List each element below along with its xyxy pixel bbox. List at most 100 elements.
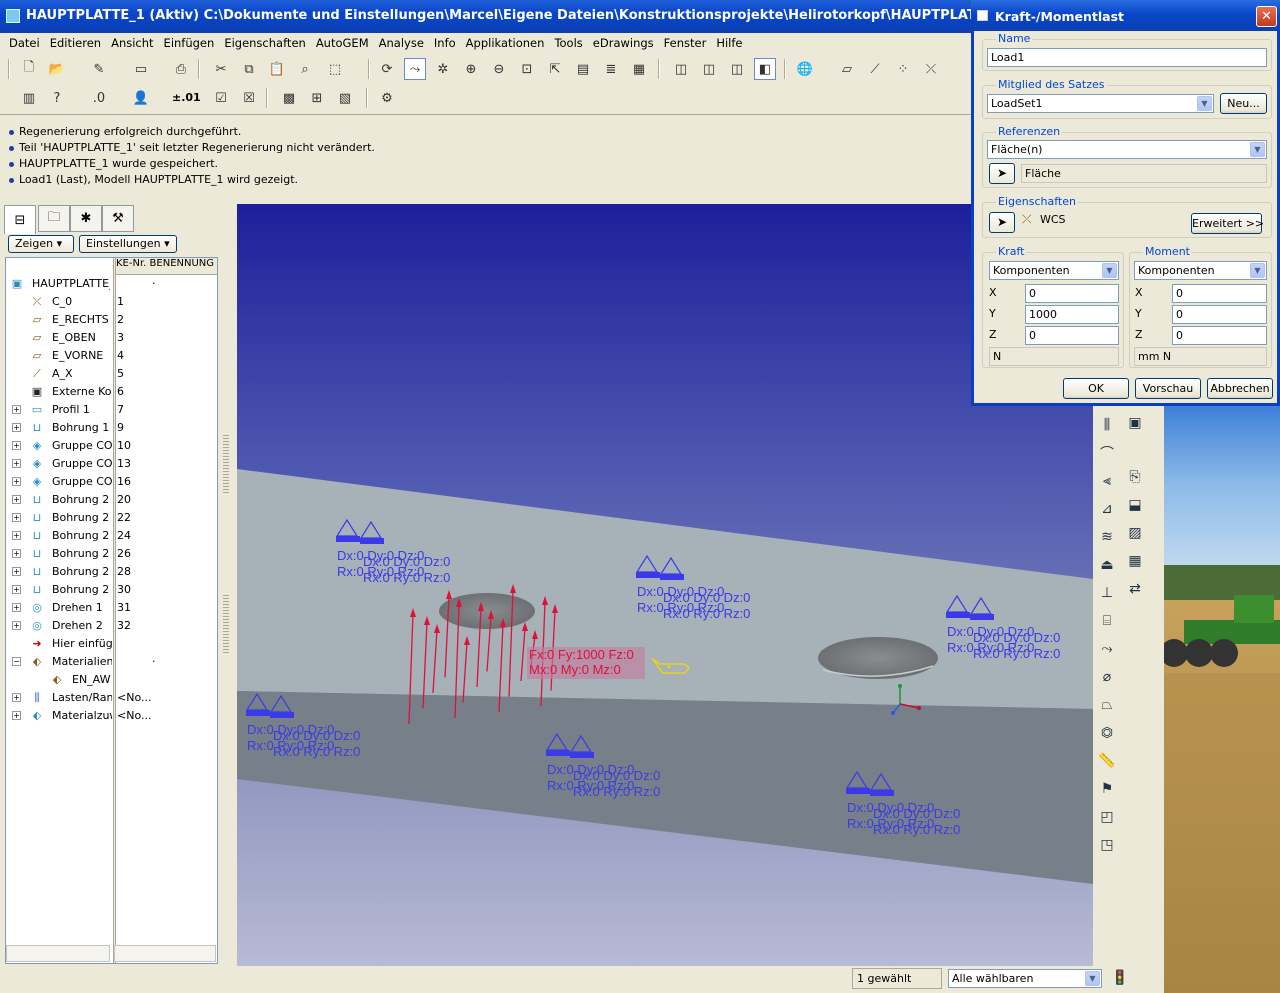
model-tree-icon[interactable]: ▥ <box>18 87 40 109</box>
datum-axes-icon[interactable]: ⟋ <box>864 58 886 80</box>
chevron-down-icon[interactable]: ▼ <box>1102 263 1117 278</box>
show-button[interactable]: Zeigen ▾ <box>8 235 74 253</box>
mass-icon[interactable]: ⏏ <box>1095 553 1119 577</box>
tree-item[interactable]: + ⊔ Bohrung 2 (3 24 <box>6 527 217 545</box>
tree-item[interactable]: + ⊔ Bohrung 2 (5 28 <box>6 563 217 581</box>
expand-icon[interactable]: + <box>12 531 21 540</box>
advanced-button[interactable]: Erweitert >> <box>1191 213 1264 234</box>
datum-planes-icon[interactable]: ▱ <box>836 58 858 80</box>
mesh-icon[interactable]: ▩ <box>278 87 300 109</box>
splitter-grip[interactable] <box>223 595 229 655</box>
analysis-run-icon[interactable]: ⎘ <box>1123 465 1147 489</box>
expand-icon[interactable]: + <box>12 693 21 702</box>
chevron-down-icon[interactable]: ▼ <box>1250 263 1265 278</box>
menu-fenster[interactable]: Fenster <box>659 33 712 53</box>
print-icon[interactable]: ⎙ <box>170 58 192 80</box>
moment-z-field[interactable]: 0 <box>1172 326 1267 345</box>
expand-icon[interactable]: + <box>12 405 21 414</box>
context-help-icon[interactable]: ? <box>46 87 68 109</box>
moment-mode-select[interactable]: Komponenten ▼ <box>1134 261 1267 280</box>
tree-item[interactable]: + ⊔ Bohrung 2 (6 30 <box>6 581 217 599</box>
no-hidden-icon[interactable]: ◫ <box>726 58 748 80</box>
expand-icon[interactable]: + <box>12 441 21 450</box>
tree-item[interactable]: ⟋ A_X 5 <box>6 365 217 383</box>
datum-points-icon[interactable]: ⁘ <box>892 58 914 80</box>
menu-ansicht[interactable]: Ansicht <box>106 33 158 53</box>
expand-icon[interactable]: + <box>12 423 21 432</box>
new-file-icon[interactable]: 🗋 <box>18 58 40 80</box>
tree-item[interactable]: + ◈ Gruppe COF 10 <box>6 437 217 455</box>
layers-icon[interactable]: ≣ <box>600 58 622 80</box>
menu-autogem[interactable]: AutoGEM <box>311 33 374 53</box>
dialog-title-bar[interactable]: Kraft-/Momentlast ✕ <box>971 0 1280 31</box>
view-manager-icon[interactable]: ▦ <box>628 58 650 80</box>
loads-icon[interactable]: ⫼ <box>1095 413 1119 437</box>
menu-applikationen[interactable]: Applikationen <box>461 33 550 53</box>
new-set-button[interactable]: Neu... <box>1220 93 1267 114</box>
name-field[interactable]: Load1 <box>987 48 1267 67</box>
reference-type-select[interactable]: Fläche(n) ▼ <box>987 140 1267 159</box>
results-window-icon[interactable]: ⬓ <box>1123 493 1147 517</box>
close-box-icon[interactable]: ☒ <box>238 87 260 109</box>
close-icon[interactable]: ✕ <box>1256 6 1277 27</box>
beam-icon[interactable]: ⊥ <box>1095 581 1119 605</box>
force-x-field[interactable]: 0 <box>1025 284 1119 303</box>
tree-hscroll-right[interactable] <box>114 945 216 962</box>
bearing-load-icon[interactable]: ⌒ <box>1095 441 1119 465</box>
material-orientation-icon[interactable]: ⏣ <box>1095 721 1119 745</box>
moment-y-field[interactable]: 0 <box>1172 305 1267 324</box>
settings-button[interactable]: Einstellungen ▾ <box>79 235 177 253</box>
tree-item[interactable]: ➜ Hier einfüge <box>6 635 217 653</box>
tree-item[interactable]: ▱ E_OBEN 3 <box>6 329 217 347</box>
expand-icon[interactable]: + <box>12 495 21 504</box>
tree-item[interactable]: + ◎ Drehen 2 32 <box>6 617 217 635</box>
traffic-light-icon[interactable]: 🚦 <box>1111 970 1128 986</box>
load-set-select[interactable]: LoadSet1 ▼ <box>987 94 1214 113</box>
zoom-out-icon[interactable]: ⊖ <box>488 58 510 80</box>
menu-tools[interactable]: Tools <box>549 33 587 53</box>
spin-center-icon[interactable]: ✲ <box>432 58 454 80</box>
wireframe-icon[interactable]: ◫ <box>670 58 692 80</box>
column-nr[interactable]: KE-Nr. <box>116 258 146 269</box>
copy-icon[interactable]: ⧉ <box>238 58 260 80</box>
zoom-in-icon[interactable]: ⊕ <box>460 58 482 80</box>
tree-item[interactable]: + ⊔ Bohrung 2 (4 26 <box>6 545 217 563</box>
connections-tab[interactable]: ⚒ <box>102 205 134 232</box>
menu-edrawings[interactable]: eDrawings <box>588 33 659 53</box>
expand-icon[interactable]: + <box>12 603 21 612</box>
menu-eigenschaften[interactable]: Eigenschaften <box>219 33 311 53</box>
menu-info[interactable]: Info <box>429 33 461 53</box>
datum-display-icon[interactable]: ⤳ <box>404 58 426 80</box>
refit-icon[interactable]: ⊡ <box>516 58 538 80</box>
moment-x-field[interactable]: 0 <box>1172 284 1267 303</box>
expand-icon[interactable]: + <box>12 621 21 630</box>
select-csys-button[interactable]: ➤ <box>989 212 1015 233</box>
hidden-line-icon[interactable]: ◫ <box>698 58 720 80</box>
tree-item[interactable]: + ▭ Profil 1 7 <box>6 401 217 419</box>
ok-button[interactable]: OK <box>1063 378 1129 399</box>
cut-icon[interactable]: ✂ <box>210 58 232 80</box>
person-icon[interactable]: 👤 <box>130 87 152 109</box>
tree-item[interactable]: ▱ E_RECHTS 2 <box>6 311 217 329</box>
find-icon[interactable]: ⌕ <box>294 58 316 80</box>
panel-splitter[interactable] <box>220 205 234 965</box>
tree-item[interactable]: ⬖ EN_AW <box>6 671 217 689</box>
analysis-icon[interactable]: ⊞ <box>306 87 328 109</box>
results-icon[interactable]: ▧ <box>334 87 356 109</box>
selection-filter[interactable]: Alle wählbaren ▼ <box>948 969 1102 988</box>
force-y-field[interactable]: 1000 <box>1025 305 1119 324</box>
idealization-icon[interactable]: ⚑ <box>1095 777 1119 801</box>
tree-hscroll-left[interactable] <box>6 945 110 962</box>
expand-icon[interactable]: + <box>12 711 21 720</box>
chevron-down-icon[interactable]: ▼ <box>1250 142 1265 157</box>
tree-item[interactable]: + ◎ Drehen 1 31 <box>6 599 217 617</box>
paste-icon[interactable]: 📋 <box>266 58 288 80</box>
edit-icon[interactable]: ✎ <box>88 58 110 80</box>
precision-icon[interactable]: .0 <box>88 87 110 109</box>
shell-icon[interactable]: ⌸ <box>1095 609 1119 633</box>
tree-item[interactable]: + ◈ Gruppe COF 13 <box>6 455 217 473</box>
tree-item[interactable]: + ⬖ Materialzuwe <No... <box>6 707 217 725</box>
graphics-viewport[interactable]: Dx:0 Dy:0 Dz:0 Dx:0 Dy:0 Dz:0 Rx:0 Ry:0 Rz… <box>237 204 1093 966</box>
splitter-grip[interactable] <box>223 435 229 495</box>
precision-value[interactable]: ±.01 <box>172 91 201 104</box>
